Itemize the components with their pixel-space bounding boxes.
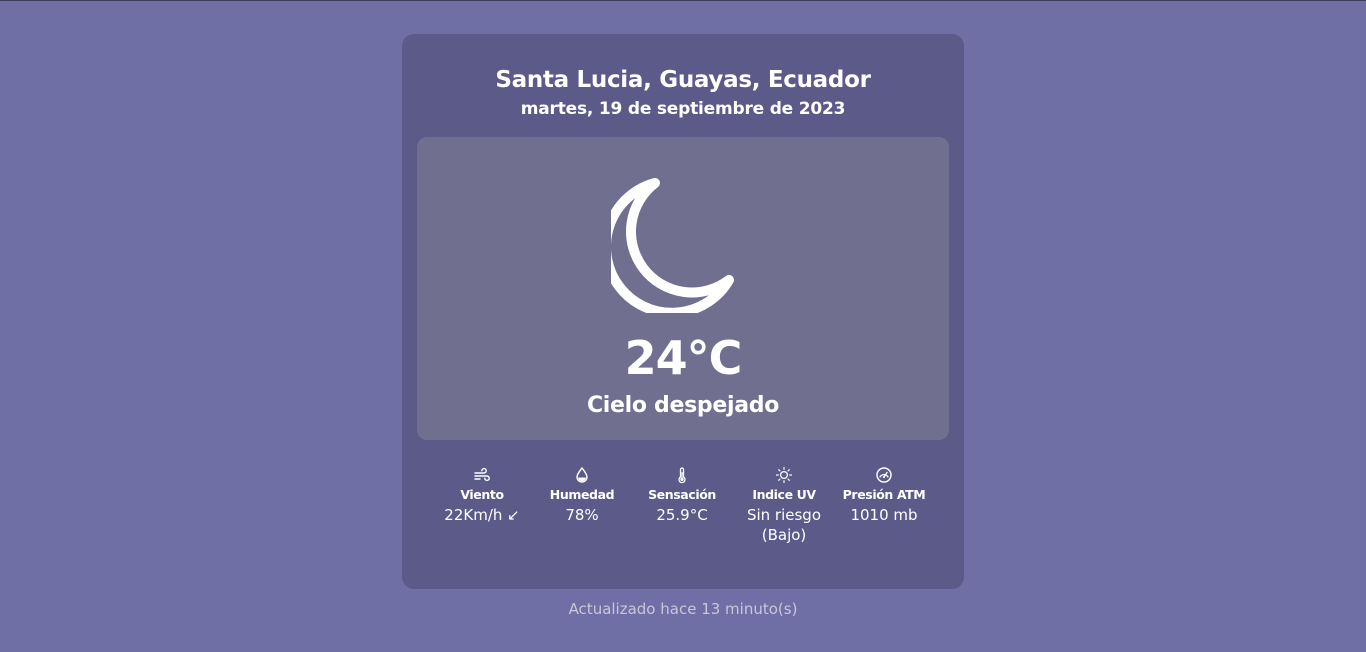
- stat-feels-like: Sensación 25.9°C: [631, 466, 733, 525]
- stat-humidity: Humedad 78%: [531, 466, 633, 525]
- stat-label: Indice UV: [752, 487, 816, 502]
- date-subtitle: martes, 19 de septiembre de 2023: [520, 99, 846, 119]
- stat-wind: Viento 22Km/h ↙: [431, 466, 533, 525]
- stats-row: Viento 22Km/h ↙ Humedad 78% Sensación 25…: [428, 466, 938, 556]
- stat-uv-index: Indice UV Sin riesgo (Bajo): [733, 466, 835, 545]
- stat-value: 22Km/h ↙: [444, 506, 520, 524]
- thermometer-icon: [678, 467, 686, 484]
- weather-card: Santa Lucia, Guayas, Ecuador martes, 19 …: [402, 34, 964, 589]
- wind-icon: [474, 467, 490, 482]
- stat-label: Viento: [460, 487, 504, 502]
- last-updated-text: Actualizado hace 13 minuto(s): [568, 600, 798, 618]
- condition-text: Cielo despejado: [586, 393, 780, 418]
- stat-value: 1010 mb: [850, 506, 918, 524]
- stat-pressure: Presión ATM 1010 mb: [833, 466, 935, 525]
- stat-value: Sin riesgo (Bajo): [746, 506, 822, 544]
- stat-label: Presión ATM: [842, 487, 926, 502]
- stat-value: 78%: [565, 506, 599, 524]
- location-title: Santa Lucia, Guayas, Ecuador: [495, 67, 871, 93]
- stat-label: Humedad: [549, 487, 615, 502]
- droplet-icon: [576, 466, 588, 483]
- sun-icon: [775, 466, 793, 484]
- gauge-icon: [876, 467, 892, 483]
- current-weather-panel: 24°C Cielo despejado: [417, 137, 949, 440]
- stat-label: Sensación: [648, 487, 716, 502]
- moon-icon: [611, 178, 734, 313]
- stat-value: 25.9°C: [656, 506, 708, 524]
- temperature: 24°C: [624, 331, 743, 385]
- top-border: [0, 0, 1366, 1]
